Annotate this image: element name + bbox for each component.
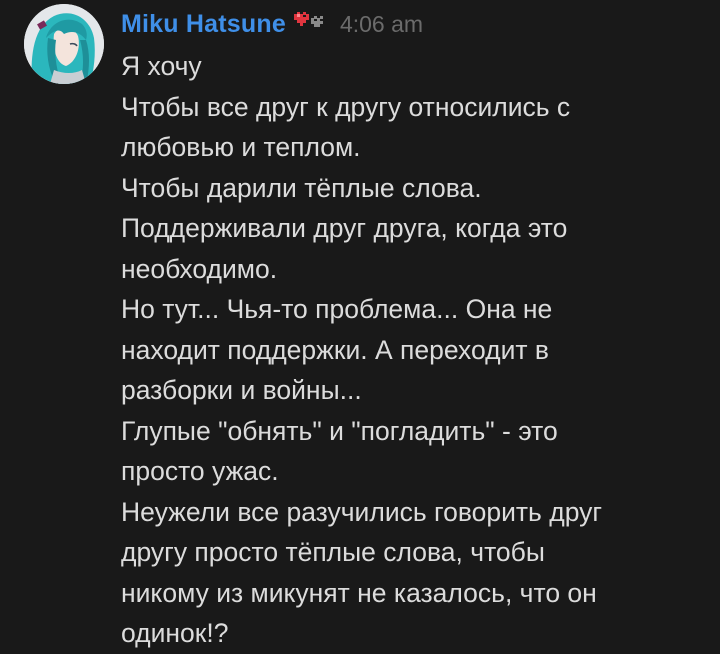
message-line: Я хочу bbox=[121, 51, 202, 81]
message-line: Чтобы все друг к другу относились с bbox=[121, 91, 571, 122]
timestamp: 4:06 am bbox=[339, 10, 424, 37]
miku-avatar-icon bbox=[24, 4, 104, 84]
message-line: одинок!? bbox=[121, 618, 229, 648]
message-header: Miku Hatsune 4:06 am bbox=[121, 8, 423, 40]
message-line: другу просто тёплые слова, чтобы bbox=[121, 537, 545, 567]
message-line: разборки и войны... bbox=[121, 375, 362, 405]
message-line: никому из микунят не казалось, что он bbox=[121, 577, 597, 608]
message-line: Поддерживали друг друга, когда это bbox=[121, 213, 568, 243]
avatar[interactable] bbox=[24, 4, 104, 84]
message-line: находит поддержки. А переходит в bbox=[121, 334, 549, 365]
message-line: необходимо. bbox=[121, 253, 278, 284]
message-line: просто ужас. bbox=[121, 456, 279, 486]
chat-message: Miku Hatsune 4:06 am Я хочу Чтобы все др… bbox=[0, 0, 720, 651]
pixel-hearts-icon bbox=[293, 12, 324, 28]
username[interactable]: Miku Hatsune bbox=[121, 10, 286, 39]
message-line: Глупые "обнять" и "погладить" - это bbox=[121, 415, 558, 446]
message-text: Я хочу Чтобы все друг к другу относились… bbox=[121, 46, 711, 654]
message-line: любовью и теплом. bbox=[121, 132, 361, 162]
message-line: Но тут... Чья-то проблема... Она не bbox=[121, 294, 553, 324]
message-line: Чтобы дарили тёплые слова. bbox=[121, 172, 482, 203]
message-line: Неужели все разучились говорить друг bbox=[121, 496, 603, 527]
